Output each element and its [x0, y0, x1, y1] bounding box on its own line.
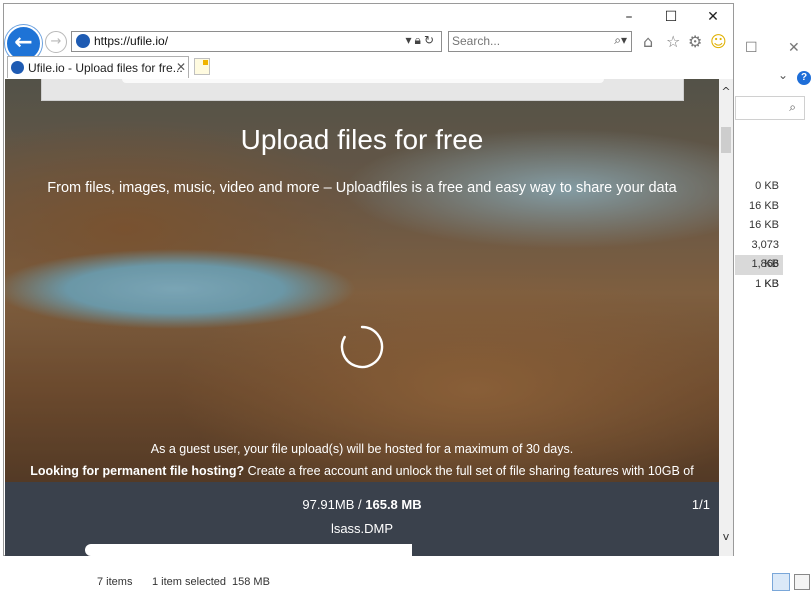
close-button[interactable]: ✕ [698, 9, 728, 25]
address-dropdown-icon[interactable]: ▾ [406, 33, 415, 47]
permanent-hosting-question: Looking for permanent file hosting? [30, 464, 245, 478]
scroll-up-icon[interactable]: ^ [719, 85, 733, 98]
page-scrollbar[interactable]: ^ v [719, 79, 733, 556]
site-favicon-icon [76, 34, 90, 48]
explorer-status-bar: 7 items 1 item selected 158 MB [82, 560, 812, 595]
file-size[interactable]: 3,073 KB [735, 236, 783, 271]
permanent-hosting-note: Looking for permanent file hosting? Crea… [5, 464, 719, 478]
scroll-down-icon[interactable]: v [719, 530, 733, 543]
page-viewport: Upload files for free From files, images… [5, 79, 719, 556]
minimize-button[interactable]: – [614, 9, 644, 25]
browser-title-bar: – ☐ ✕ [4, 4, 733, 30]
smiley-feedback-icon[interactable]: ☺ [710, 32, 727, 51]
browser-window: – ☐ ✕ ← → https://ufile.io/ ▾🔒︎↻ ⌕▾ ⌂ ☆ … [3, 3, 734, 556]
upload-progress-bar [85, 544, 639, 556]
file-size[interactable]: 16 KB [735, 216, 783, 236]
help-icon[interactable]: ? [797, 71, 811, 85]
home-icon[interactable]: ⌂ [643, 32, 653, 51]
back-arrow-icon: ← [14, 30, 33, 55]
search-input[interactable] [452, 33, 592, 49]
total-amount: 165.8 MB [365, 497, 422, 512]
tab-favicon-icon [11, 61, 24, 74]
upload-progress-fill [85, 544, 412, 556]
explorer-search-input[interactable]: ⌕ [735, 96, 805, 120]
large-icons-view-icon[interactable] [794, 574, 810, 590]
search-icon[interactable]: ⌕▾ [614, 33, 627, 48]
status-selected: 1 item selected [152, 576, 226, 588]
upload-progress-panel: 97.91MB / 165.8 MB lsass.DMP 1/1 [5, 482, 719, 556]
status-selected-size: 158 MB [232, 576, 270, 588]
uploaded-amount: 97.91MB [302, 497, 355, 512]
file-size-column: 0 KB 16 KB 16 KB 3,073 KB 1,866 KB 1 KB [735, 177, 783, 294]
forward-arrow-icon: → [50, 34, 62, 49]
file-size-selected[interactable]: 1,866 KB [735, 255, 783, 290]
maximize-button[interactable]: ☐ [656, 9, 686, 25]
address-bar[interactable]: https://ufile.io/ ▾🔒︎↻ [71, 31, 442, 52]
search-icon: ⌕ [789, 100, 796, 114]
explorer-close-icon[interactable]: ✕ [788, 40, 800, 56]
upload-file-count: 1/1 [691, 497, 710, 512]
hero-subtitle: From files, images, music, video and mor… [47, 180, 677, 196]
address-url[interactable]: https://ufile.io/ [94, 34, 168, 48]
details-view-icon[interactable] [772, 573, 790, 591]
file-size[interactable]: 1 KB [735, 275, 783, 295]
upload-dropzone[interactable] [41, 79, 684, 101]
guest-note: As a guest user, your file upload(s) wil… [150, 442, 574, 456]
lock-icon[interactable]: 🔒︎ [415, 33, 424, 47]
new-tab-button[interactable] [194, 58, 210, 75]
settings-gear-icon[interactable]: ⚙ [688, 32, 702, 51]
tab-close-icon[interactable]: ✕ [176, 60, 186, 74]
refresh-icon[interactable]: ↻ [424, 33, 437, 47]
file-size[interactable]: 16 KB [735, 197, 783, 217]
explorer-maximize-icon[interactable]: ☐ [745, 40, 758, 56]
forward-button[interactable]: → [45, 31, 67, 53]
tab-ufile[interactable]: Ufile.io - Upload files for fre... ✕ [7, 56, 189, 78]
tab-title: Ufile.io - Upload files for fre... [28, 61, 183, 75]
loading-spinner-icon [340, 325, 384, 369]
favorites-star-icon[interactable]: ☆ [666, 32, 680, 51]
upload-file-name: lsass.DMP [330, 521, 394, 536]
chevron-down-icon[interactable]: ⌄ [778, 68, 788, 82]
status-item-count: 7 items [97, 576, 133, 588]
search-box[interactable]: ⌕▾ [448, 31, 632, 52]
permanent-hosting-text: Create a free account and unlock the ful… [244, 464, 694, 478]
upload-size: 97.91MB / 165.8 MB [302, 497, 422, 512]
file-size[interactable]: 0 KB [735, 177, 783, 197]
scrollbar-thumb[interactable] [721, 127, 731, 153]
hero-title: Upload files for free [240, 124, 484, 155]
